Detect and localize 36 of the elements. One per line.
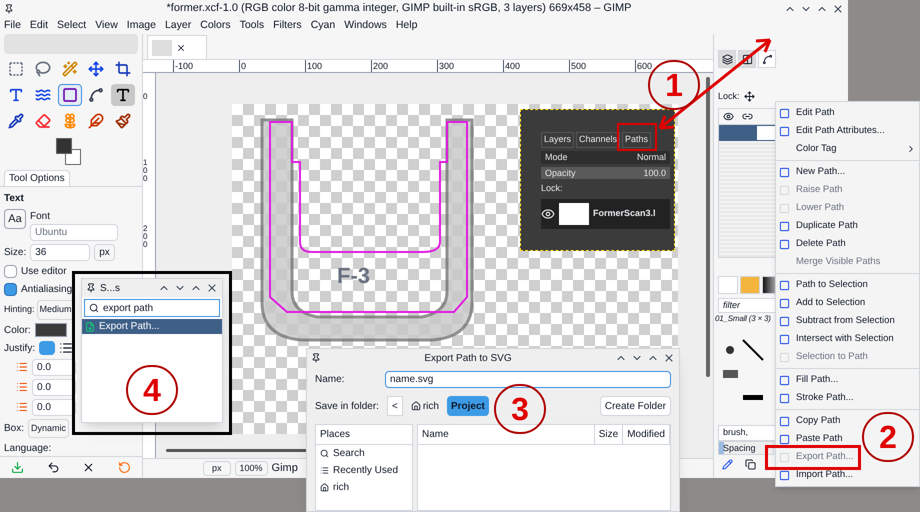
ruler-label: 100 <box>305 60 371 72</box>
tool-options-heading: Text <box>4 192 25 206</box>
ruler-label: 0 <box>239 60 305 72</box>
mode-label: Mode <box>545 150 568 164</box>
places-header: Places <box>316 425 412 445</box>
brush-name: 01_Small (3 × 3) <box>715 313 771 325</box>
opacity-label: Opacity <box>545 167 576 180</box>
ruler-label: -100 <box>173 60 239 72</box>
status-text: Gimp <box>272 461 298 476</box>
lock-label: Lock: <box>718 90 740 103</box>
checkbox-label: Antialiasing <box>21 283 72 297</box>
ruler-label: 100 <box>143 159 148 185</box>
window-title: *former.xcf-1.0 (RGB color 8-bit gamma integer, GIMP built-in sRGB, 3 layers) 669x458 – GIMP <box>165 1 633 16</box>
ruler-label: 400 <box>503 60 569 72</box>
size-label: Size: <box>4 246 26 260</box>
folder-label: Save in folder: <box>315 400 380 414</box>
justify-label: Justify: <box>4 342 36 356</box>
ruler-label: 200 <box>143 225 148 251</box>
checkbox-label: Use editor <box>21 265 67 279</box>
ruler-label: 0 <box>143 93 148 103</box>
window-title: Export Path to SVG <box>423 352 513 366</box>
lock-label: Lock: <box>541 182 564 195</box>
ruler-label: 200 <box>371 60 437 72</box>
language-label: Language: <box>4 442 52 456</box>
font-label: Font <box>30 210 52 224</box>
opacity-value: 100.0 <box>643 167 666 180</box>
box-label: Box: <box>4 422 24 436</box>
ruler-label: 500 <box>569 60 635 72</box>
name-label: Name: <box>315 373 346 387</box>
window-title: S...s <box>100 282 122 296</box>
ruler-label: 600 <box>635 60 701 72</box>
spacing-label: Spacing <box>722 442 757 452</box>
ruler-label: 300 <box>437 60 503 72</box>
color-label: Color: <box>4 324 31 338</box>
hinting-label: Hinting: <box>4 303 35 316</box>
drawing-label: F-3 <box>337 262 370 290</box>
